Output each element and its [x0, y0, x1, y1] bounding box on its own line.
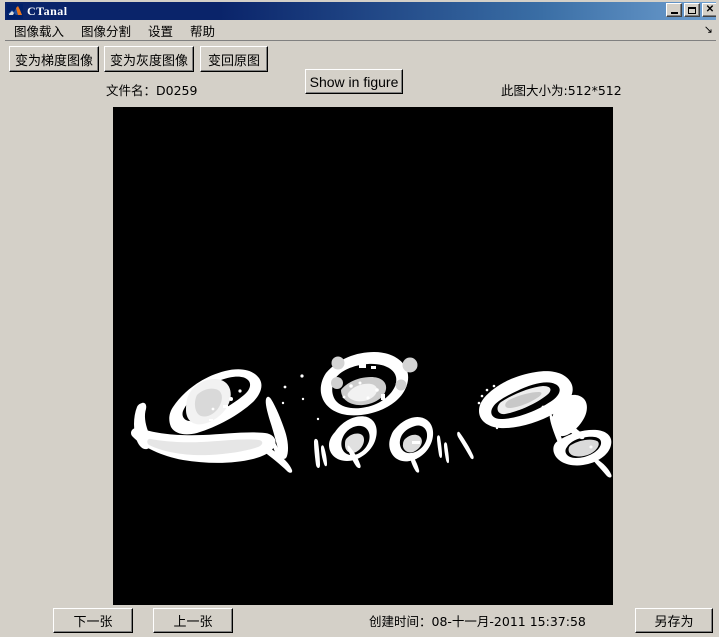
menu-divider — [5, 40, 716, 41]
window-title: CTanal — [27, 4, 68, 18]
maximize-icon — [685, 4, 699, 16]
menu-expand-arrow-icon[interactable]: ↘ — [704, 24, 713, 36]
grayscale-image-button[interactable]: 变为灰度图像 — [104, 46, 194, 72]
matlab-logo-icon — [7, 3, 23, 19]
title-bar: CTanal ✕ — [5, 2, 716, 20]
show-in-figure-button[interactable]: Show in figure — [305, 69, 403, 94]
menu-image-load[interactable]: 图像载入 — [10, 19, 71, 42]
menu-settings[interactable]: 设置 — [144, 19, 180, 42]
application-window: CTanal ✕ 图像载入 图像分割 设置 帮助 ↘ 变为梯度图像 变为灰度图像… — [0, 0, 719, 637]
maximize-button[interactable] — [684, 3, 700, 17]
menu-image-segment[interactable]: 图像分割 — [77, 19, 138, 42]
next-image-button[interactable]: 下一张 — [53, 608, 133, 633]
minimize-icon — [667, 4, 681, 16]
menu-bar: 图像载入 图像分割 设置 帮助 ↘ — [5, 19, 716, 42]
image-size-label: 此图大小为:512*512 — [501, 83, 622, 98]
restore-original-image-button[interactable]: 变回原图 — [200, 46, 268, 72]
previous-image-button[interactable]: 上一张 — [153, 608, 233, 633]
minimize-button[interactable] — [666, 3, 682, 17]
close-icon: ✕ — [705, 4, 715, 15]
menu-help[interactable]: 帮助 — [186, 19, 222, 42]
gradient-image-button[interactable]: 变为梯度图像 — [9, 46, 99, 72]
close-button[interactable]: ✕ — [702, 3, 716, 17]
window-controls: ✕ — [666, 3, 716, 17]
filename-label: 文件名：D0259 — [106, 83, 198, 98]
ct-image-display[interactable] — [113, 107, 613, 605]
segmented-ct-slice-graphic — [113, 107, 613, 605]
created-time-label: 创建时间：08-十一月-2011 15:37:58 — [369, 614, 586, 629]
save-as-button[interactable]: 另存为 — [635, 608, 713, 633]
